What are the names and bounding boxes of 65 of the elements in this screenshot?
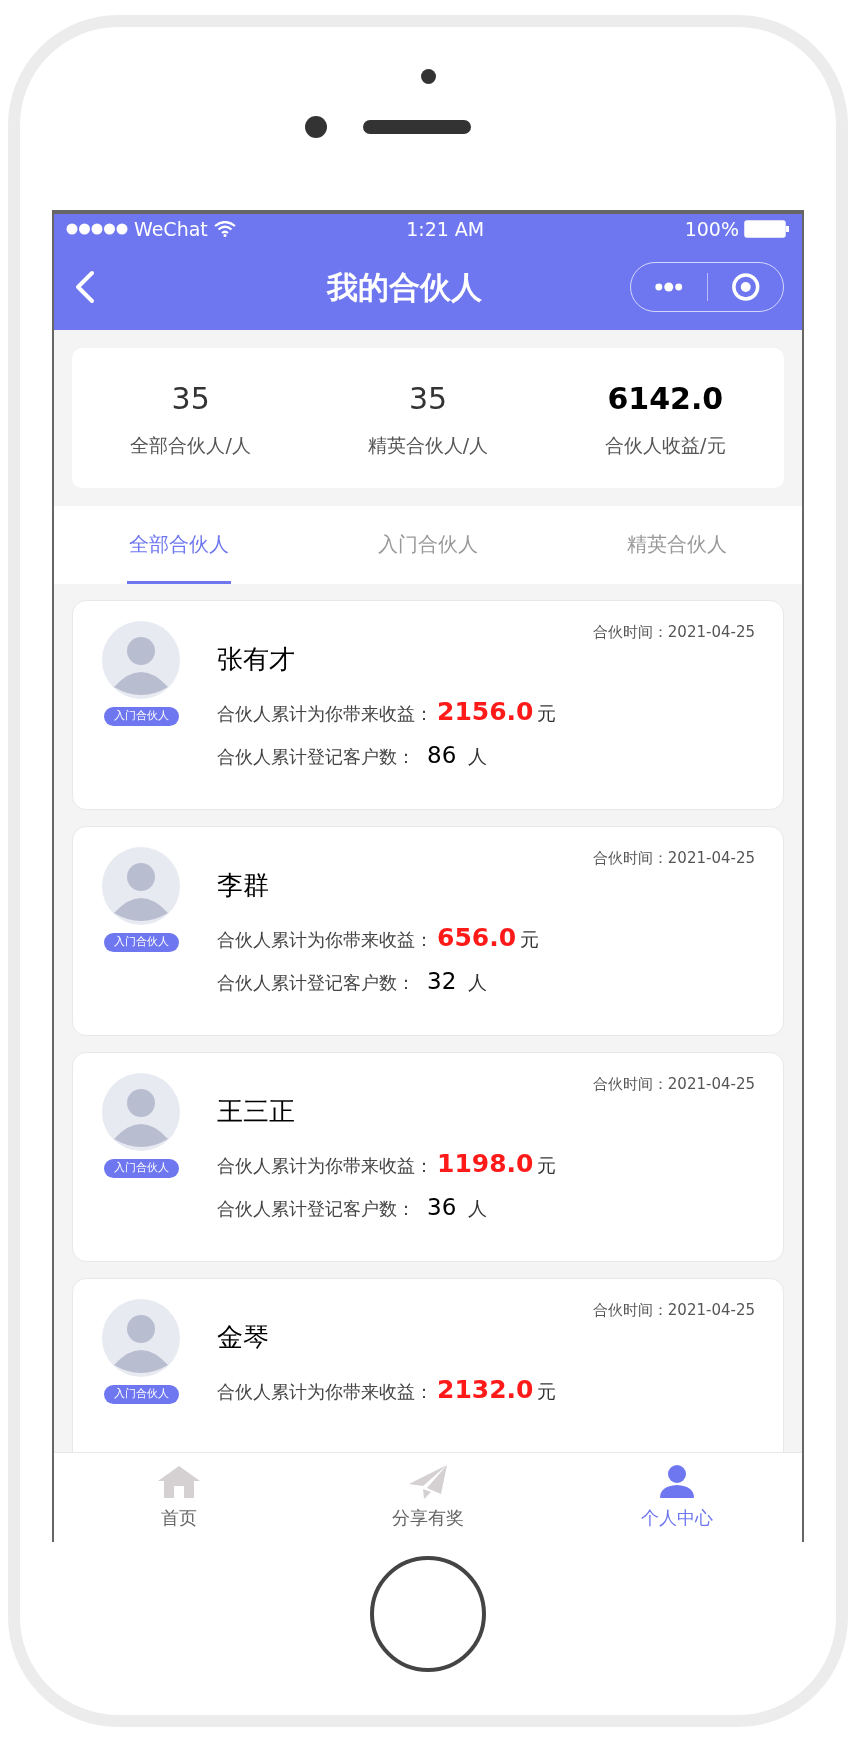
camera-icon: [420, 69, 436, 84]
stat-value: 6142.0: [607, 380, 724, 419]
tab-bar-item[interactable]: 个人中心: [552, 1453, 802, 1542]
income-label: 合伙人累计为你带来收益：: [217, 701, 433, 726]
customers-unit: 人: [468, 744, 488, 769]
home-button[interactable]: [370, 1555, 486, 1672]
battery-percent: 100%: [684, 216, 739, 242]
level-badge: 入门合伙人: [103, 933, 179, 952]
tab-bar-item[interactable]: 分享有奖: [303, 1453, 553, 1542]
income-value: 1198.0: [437, 1147, 534, 1180]
status-time: 1:21 AM: [406, 216, 485, 242]
income-unit: 元: [537, 1152, 557, 1178]
signal-icon: [66, 223, 128, 235]
filter-tab[interactable]: 全部合伙人: [126, 506, 231, 584]
customers-unit: 人: [468, 970, 488, 995]
income-unit: 元: [537, 700, 557, 726]
partner-card[interactable]: 入门合伙人 合伙时间：2021-04-25 李群 合伙人累计为你带来收益： 656.0 元 合伙人累计登记客户数： 32 人: [72, 826, 784, 1036]
stat-label: 合伙人收益/元: [605, 433, 726, 459]
wifi-icon: [213, 221, 236, 237]
partner-card[interactable]: 入门合伙人 合伙时间：2021-04-25 王三正 合伙人累计为你带来收益： 1198.0 元 合伙人累计登记客户数： 36 人: [72, 1052, 784, 1262]
income-unit: 元: [520, 926, 540, 952]
income-value: 2156.0: [437, 695, 534, 728]
partner-name: 张有才: [217, 642, 296, 676]
partner-name: 王三正: [217, 1094, 296, 1128]
income-value: 2132.0: [437, 1373, 534, 1406]
sensor-icon: [305, 116, 327, 138]
person-icon: [658, 1464, 697, 1500]
customers-value: 36: [427, 1193, 457, 1222]
partner-name: 金琴: [217, 1320, 270, 1354]
customers-label: 合伙人累计登记客户数：: [217, 745, 415, 769]
carrier-name: WeChat: [134, 216, 208, 242]
income-label: 合伙人累计为你带来收益：: [217, 927, 433, 952]
customers-label: 合伙人累计登记客户数：: [217, 1197, 415, 1221]
capsule-menu[interactable]: [630, 262, 784, 312]
avatar-icon: [102, 1299, 180, 1377]
partner-card[interactable]: 入门合伙人 合伙时间：2021-04-25 张有才 合伙人累计为你带来收益： 2156.0 元 合伙人累计登记客户数： 86 人: [72, 600, 784, 810]
avatar-icon: [102, 847, 180, 925]
join-date: 合伙时间：2021-04-25: [592, 1300, 755, 1321]
customers-value: 86: [427, 741, 457, 770]
speaker-icon: [363, 120, 471, 134]
avatar-icon: [102, 1073, 180, 1151]
join-date: 合伙时间：2021-04-25: [592, 848, 755, 869]
page-title: 我的合伙人: [326, 267, 482, 307]
stat-value: 35: [171, 380, 210, 419]
customers-value: 32: [427, 967, 457, 996]
level-badge: 入门合伙人: [103, 1159, 179, 1178]
income-unit: 元: [537, 1378, 557, 1404]
stat-label: 全部合伙人/人: [130, 433, 251, 459]
join-date: 合伙时间：2021-04-25: [592, 1074, 755, 1095]
paper-plane-icon: [407, 1464, 449, 1500]
stat-label: 精英合伙人/人: [367, 433, 489, 459]
tab-bar-item[interactable]: 首页: [54, 1453, 304, 1542]
income-label: 合伙人累计为你带来收益：: [217, 1379, 433, 1404]
join-date: 合伙时间：2021-04-25: [592, 622, 755, 643]
battery-icon: [744, 220, 790, 238]
level-badge: 入门合伙人: [103, 1385, 179, 1404]
level-badge: 入门合伙人: [103, 707, 179, 726]
customers-label: 合伙人累计登记客户数：: [217, 971, 415, 995]
partner-name: 李群: [217, 868, 270, 902]
income-label: 合伙人累计为你带来收益：: [217, 1153, 433, 1178]
customers-unit: 人: [468, 1196, 488, 1221]
income-value: 656.0: [437, 921, 517, 954]
stat-value: 35: [408, 380, 448, 419]
avatar-icon: [102, 621, 180, 699]
partner-card[interactable]: 入门合伙人 合伙时间：2021-04-25 金琴 合伙人累计为你带来收益： 2132.0 元: [72, 1278, 784, 1452]
